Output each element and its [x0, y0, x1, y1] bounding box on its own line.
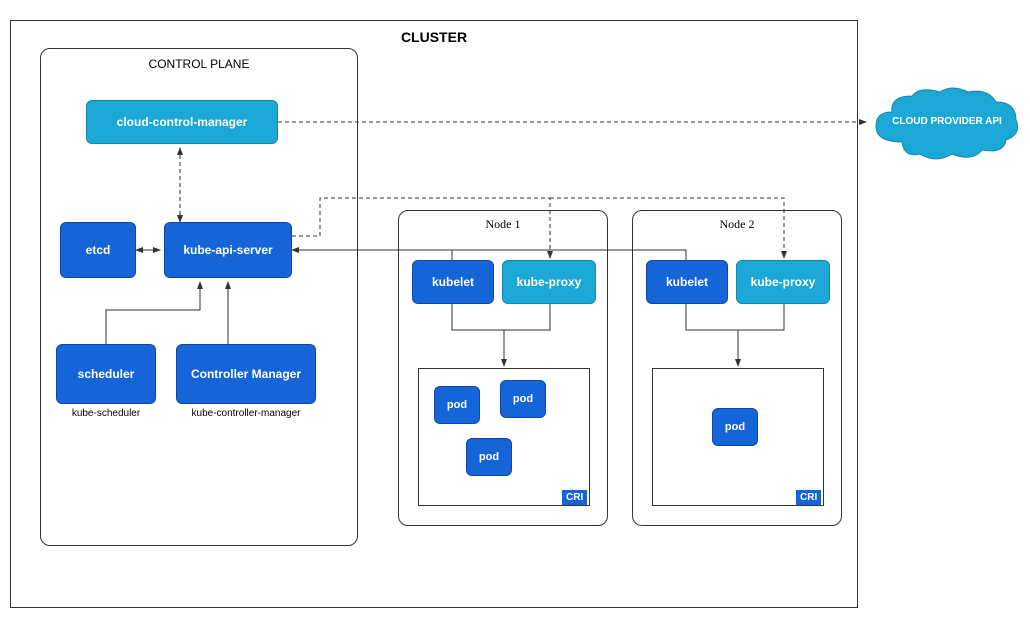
controller-manager-box: Controller Manager [176, 344, 316, 404]
node1-pod1-label: pod [447, 399, 467, 411]
scheduler-label: scheduler [78, 367, 135, 381]
node1-pod2-label: pod [513, 393, 533, 405]
node1-cri-badge: CRI [562, 490, 587, 505]
controller-manager-label: Controller Manager [191, 367, 301, 381]
node1-kube-proxy-label: kube-proxy [517, 275, 582, 289]
node2-pod1-box: pod [712, 408, 758, 446]
node1-pod3-label: pod [479, 451, 499, 463]
kube-api-server-box: kube-api-server [164, 222, 292, 278]
node1-kubelet-label: kubelet [432, 275, 474, 289]
node2-title: Node 2 [633, 217, 841, 232]
cloud-control-manager-label: cloud-control-manager [117, 115, 248, 129]
kube-api-server-label: kube-api-server [183, 243, 272, 257]
scheduler-box: scheduler [56, 344, 156, 404]
cloud-provider-label: CLOUD PROVIDER API [868, 116, 1026, 127]
scheduler-sub-label: kube-scheduler [56, 408, 156, 419]
node1-pod1-box: pod [434, 386, 480, 424]
controller-manager-sub-label: kube-controller-manager [176, 408, 316, 419]
cluster-title: CLUSTER [11, 29, 857, 45]
node2-kube-proxy-label: kube-proxy [751, 275, 816, 289]
etcd-label: etcd [86, 243, 111, 257]
node2-cri-badge: CRI [796, 490, 821, 505]
node2-pod1-label: pod [725, 421, 745, 433]
node1-kubelet-box: kubelet [412, 260, 494, 304]
cloud-control-manager-box: cloud-control-manager [86, 100, 278, 144]
control-plane-title: CONTROL PLANE [41, 57, 357, 71]
node2-kube-proxy-box: kube-proxy [736, 260, 830, 304]
node2-kubelet-box: kubelet [646, 260, 728, 304]
etcd-box: etcd [60, 222, 136, 278]
node1-title: Node 1 [399, 217, 607, 232]
node2-kubelet-label: kubelet [666, 275, 708, 289]
node1-pod2-box: pod [500, 380, 546, 418]
node1-kube-proxy-box: kube-proxy [502, 260, 596, 304]
node1-pod3-box: pod [466, 438, 512, 476]
